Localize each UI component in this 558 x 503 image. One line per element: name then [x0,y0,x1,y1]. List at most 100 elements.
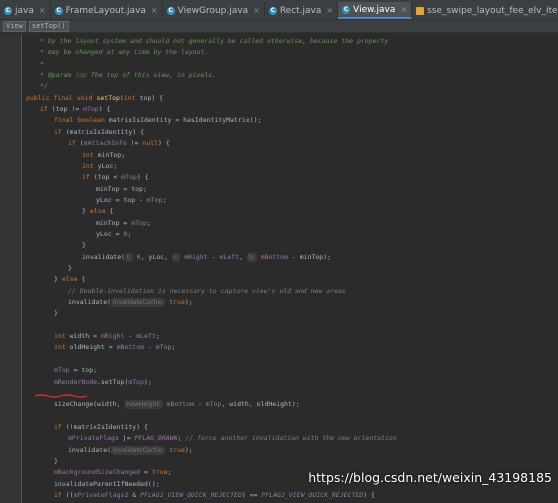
code-token: PFLAG_DRAWN [134,434,178,443]
code-line[interactable]: yLoc = 0; [96,229,131,240]
code-line[interactable]: * may be changed at any time by the layo… [40,47,208,58]
code-token: { [81,275,86,284]
code-token: ; [162,195,167,204]
code-line[interactable]: if ((mPrivateFlags2 & PFLAG2_VIEW_QUICK_… [54,490,375,501]
code-line[interactable]: sizeChange(width, newHeight: mBottom - m… [54,399,300,410]
code-token: final boolean [54,116,109,125]
code-token: * [40,59,44,68]
tab-2[interactable]: C ViewGroup.java × [163,2,265,19]
code-line[interactable]: * [40,59,44,70]
code-token: width = [69,332,101,341]
code-token: mRenderNode [54,377,98,386]
close-icon[interactable]: × [39,6,46,15]
code-token: mTop [146,195,163,204]
code-token: |= [118,434,135,443]
code-line[interactable]: } else { [54,274,85,285]
code-token: PFLAG2_VIEW_QUICK_REJECTED [140,491,242,499]
code-token: (top != [51,105,84,114]
code-line[interactable]: } [54,308,58,319]
code-line[interactable]: } else { [82,206,113,217]
code-line[interactable]: yLoc = top - mTop; [96,195,166,206]
code-editor[interactable]: * by the layout system and should not ge… [22,34,558,503]
close-icon[interactable]: × [326,6,333,15]
code-line[interactable]: int yLoc; [82,161,117,172]
close-icon[interactable]: × [151,6,158,15]
code-line[interactable]: } [82,240,86,251]
code-token: ; [127,229,132,238]
code-line[interactable]: minTop = mTop; [96,218,151,229]
code-line[interactable]: if (top != mTop) { [40,104,110,115]
code-line[interactable]: if (top < mTop) { [82,172,149,183]
code-line[interactable]: minTop = top; [96,184,147,195]
code-line[interactable]: public final void setTop(int top) { [26,93,163,104]
code-line[interactable]: * @param top The top of this view, in pi… [40,70,216,81]
code-line[interactable]: } [68,263,72,274]
code-line[interactable]: invalidate(l: 0, yLoc, r: mRight - mLeft… [82,252,331,263]
code-token: , width, oldHeight); [221,400,300,409]
code-token: true [151,468,168,477]
code-line[interactable]: if (!matrixIsIdentity) { [54,422,148,433]
code-token: if [54,127,66,136]
code-token: */ [40,82,48,91]
code-line[interactable]: */ [40,81,48,92]
code-token: minTop = top; [96,184,147,193]
code-line[interactable]: final boolean matrixIsIdentity = hasIden… [54,115,261,126]
breadcrumb-method[interactable]: setTop() [28,20,69,32]
code-token: invalidate( [68,298,112,307]
code-line[interactable]: invalidate(invalidateCache: true); [68,445,193,456]
code-line[interactable]: invalidateParentIfNeeded(); [54,479,160,490]
code-token: } [82,207,90,216]
code-token: } [54,309,58,318]
code-token: * may be changed at any time by the layo… [40,48,209,57]
editor-gutter[interactable] [0,34,22,503]
close-icon[interactable]: × [253,6,260,15]
code-token: ) == [241,491,262,499]
code-line[interactable]: int oldHeight = mBottom - mTop; [54,342,175,353]
code-token: if [68,139,80,148]
code-line[interactable]: if (mAttachInfo != null) { [68,138,170,149]
code-line[interactable]: mBackgroundSizeChanged = true; [54,467,171,478]
close-icon[interactable]: × [400,5,407,14]
code-line[interactable]: mRenderNode.setTop(mTop); [54,377,152,388]
code-token: // force another invalidation with the n… [185,434,397,443]
tab-4[interactable]: C View.java × [338,2,413,19]
code-token: true [165,445,185,454]
tab-1[interactable]: C FrameLayout.java × [51,2,163,19]
code-token: ; [167,468,172,477]
tab-0[interactable]: Cjava × [0,2,51,19]
java-file-icon: C [166,6,175,15]
code-line[interactable]: invalidate(invalidateCache: true); [68,297,193,308]
code-token: ) { [98,105,111,114]
code-line[interactable]: // Double-invalidation is necessary to c… [68,286,346,297]
code-token: yLoc = [96,229,124,238]
code-line[interactable]: * by the layout system and should not ge… [40,36,388,47]
java-file-icon: C [268,6,277,15]
code-token: (( [65,491,74,499]
code-token: else [61,275,82,284]
tab-label: FrameLayout.java [65,5,146,16]
code-line[interactable]: mPrivateFlags |= PFLAG_DRAWN; // force a… [68,433,397,444]
code-line[interactable]: int minTop; [82,150,125,161]
code-token: if [54,422,66,431]
code-line[interactable]: int width = mRight - mLeft; [54,331,160,342]
editor-tab-bar: Cjava × C FrameLayout.java × C ViewGroup.java ×… [0,0,558,20]
code-token: if [40,105,52,114]
code-token: setTop [96,93,120,102]
code-token: mAttachInfo [83,139,127,148]
code-line[interactable]: mTop = top; [54,365,97,376]
code-token: { [109,207,114,216]
code-token: mTop [131,218,147,227]
breadcrumb-class[interactable]: View [3,20,26,32]
code-token: (matrixIsIdentity) { [65,127,145,136]
tab-3[interactable]: C Rect.java × [265,2,339,19]
code-token: .setTop( [97,377,129,386]
code-token: yLoc = top - [96,195,147,204]
code-token: int [82,161,98,170]
code-token: - [144,343,156,352]
code-line[interactable]: } [54,456,58,467]
code-token: mTop [128,377,145,386]
tab-5[interactable]: sse_swipe_layout_fee_elv_item_child.xml× [412,2,558,19]
code-token: * by the layout system and should not ge… [40,37,389,45]
code-line[interactable]: if (matrixIsIdentity) { [54,127,144,138]
code-token: oldHeight = [69,343,117,352]
